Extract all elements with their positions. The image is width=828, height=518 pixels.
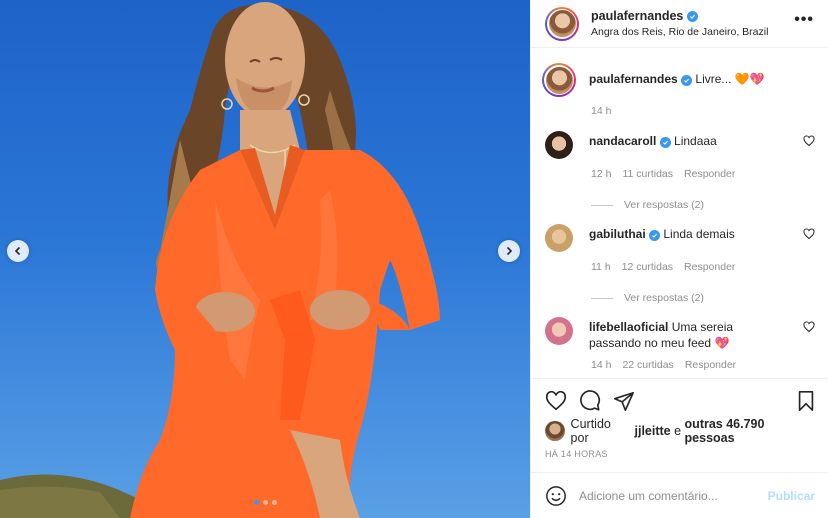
verified-badge-icon: [681, 75, 693, 86]
chevron-right-icon: [506, 246, 513, 256]
comment-time[interactable]: 11 h: [591, 261, 611, 273]
comment-avatar[interactable]: [545, 224, 573, 252]
comment-like-icon[interactable]: [803, 321, 815, 333]
liker-username[interactable]: jjleitte: [635, 424, 671, 438]
comment-text: Linda demais: [663, 227, 735, 241]
post-dialog: paulafernandes Angra dos Reis, Rio de Ja…: [0, 0, 828, 518]
post-photo[interactable]: [0, 0, 530, 518]
caption-time[interactable]: 14 h: [591, 105, 611, 117]
post-actions: Curtido por jjleitte e outras 46.790 pes…: [531, 378, 828, 459]
caption-username[interactable]: paulafernandes: [589, 72, 678, 86]
add-comment-input[interactable]: [579, 488, 759, 503]
comment-emoji: 💖: [714, 336, 730, 350]
comment-likes[interactable]: 22 curtidas: [622, 359, 673, 371]
replies-divider: [591, 204, 613, 206]
verified-badge-icon: [649, 230, 661, 241]
share-direct-icon[interactable]: [613, 390, 635, 412]
caption-text: Livre...: [695, 72, 732, 86]
post-header: paulafernandes Angra dos Reis, Rio de Ja…: [531, 0, 828, 48]
comment-like-icon[interactable]: [803, 135, 815, 147]
carousel-next-button[interactable]: [498, 240, 520, 262]
comment-username[interactable]: lifebellaoficial: [589, 320, 668, 334]
comment-like-icon[interactable]: [803, 228, 815, 240]
reply-button[interactable]: Responder: [685, 359, 736, 371]
reply-button[interactable]: Responder: [684, 168, 735, 180]
publish-button[interactable]: Publicar: [768, 489, 815, 503]
view-replies-label: Ver respostas (2): [624, 292, 704, 304]
comment-time[interactable]: 12 h: [591, 168, 611, 180]
comments-list[interactable]: paulafernandes Livre... 🧡💖 14 h nandacar: [531, 49, 828, 377]
carousel-dot: [262, 500, 268, 505]
add-comment-bar: Publicar: [531, 472, 828, 518]
reply-button[interactable]: Responder: [684, 261, 735, 273]
liker-avatar[interactable]: [545, 421, 565, 441]
comment-text: Lindaaa: [674, 134, 717, 148]
photo-scene: [0, 2, 440, 518]
author-username[interactable]: paulafernandes: [591, 9, 683, 23]
caption: paulafernandes Livre... 🧡💖 14 h: [542, 63, 815, 117]
verified-badge-icon: [687, 10, 699, 22]
view-replies-label: Ver respostas (2): [624, 199, 704, 211]
author-avatar[interactable]: [545, 6, 579, 41]
replies-divider: [591, 297, 613, 299]
comment-username[interactable]: nandacaroll: [589, 134, 656, 148]
like-heart-icon[interactable]: [545, 390, 567, 412]
post-side-panel: paulafernandes Angra dos Reis, Rio de Ja…: [530, 0, 828, 518]
caption-emoji: 🧡💖: [734, 72, 765, 86]
comment-item: gabiluthai Linda demais 11 h 12 curtidas…: [545, 224, 815, 304]
comment-likes[interactable]: 12 curtidas: [622, 261, 673, 273]
comment-item: lifebellaoficial Uma sereia passando no …: [545, 317, 815, 371]
view-replies-button[interactable]: Ver respostas (2): [591, 292, 815, 304]
carousel-prev-button[interactable]: [7, 240, 29, 262]
more-options-button[interactable]: •••: [794, 11, 814, 29]
comment-avatar[interactable]: [545, 131, 573, 159]
carousel-dot: [271, 500, 277, 505]
comment-avatar[interactable]: [545, 317, 573, 345]
comment-likes[interactable]: 11 curtidas: [622, 168, 673, 180]
comment-username[interactable]: gabiluthai: [589, 227, 646, 241]
carousel-dot: [253, 500, 259, 505]
likes-summary: Curtido por jjleitte e outras 46.790 pes…: [531, 417, 828, 445]
verified-badge-icon: [659, 137, 671, 148]
chevron-left-icon: [14, 246, 21, 256]
comment-time[interactable]: 14 h: [591, 359, 611, 371]
bookmark-icon[interactable]: [795, 390, 817, 412]
post-timestamp[interactable]: HÁ 14 HORAS: [531, 449, 828, 459]
view-replies-button[interactable]: Ver respostas (2): [591, 199, 815, 211]
post-location[interactable]: Angra dos Reis, Rio de Janeiro, Brazil: [591, 26, 768, 38]
carousel-indicator: [0, 500, 530, 505]
comment-item: nandacaroll Lindaaa 12 h 11 curtidas Res…: [545, 131, 815, 211]
likes-and: e: [674, 424, 682, 438]
comment-bubble-icon[interactable]: [579, 390, 601, 412]
emoji-icon[interactable]: [545, 485, 567, 507]
caption-avatar[interactable]: [542, 63, 576, 97]
